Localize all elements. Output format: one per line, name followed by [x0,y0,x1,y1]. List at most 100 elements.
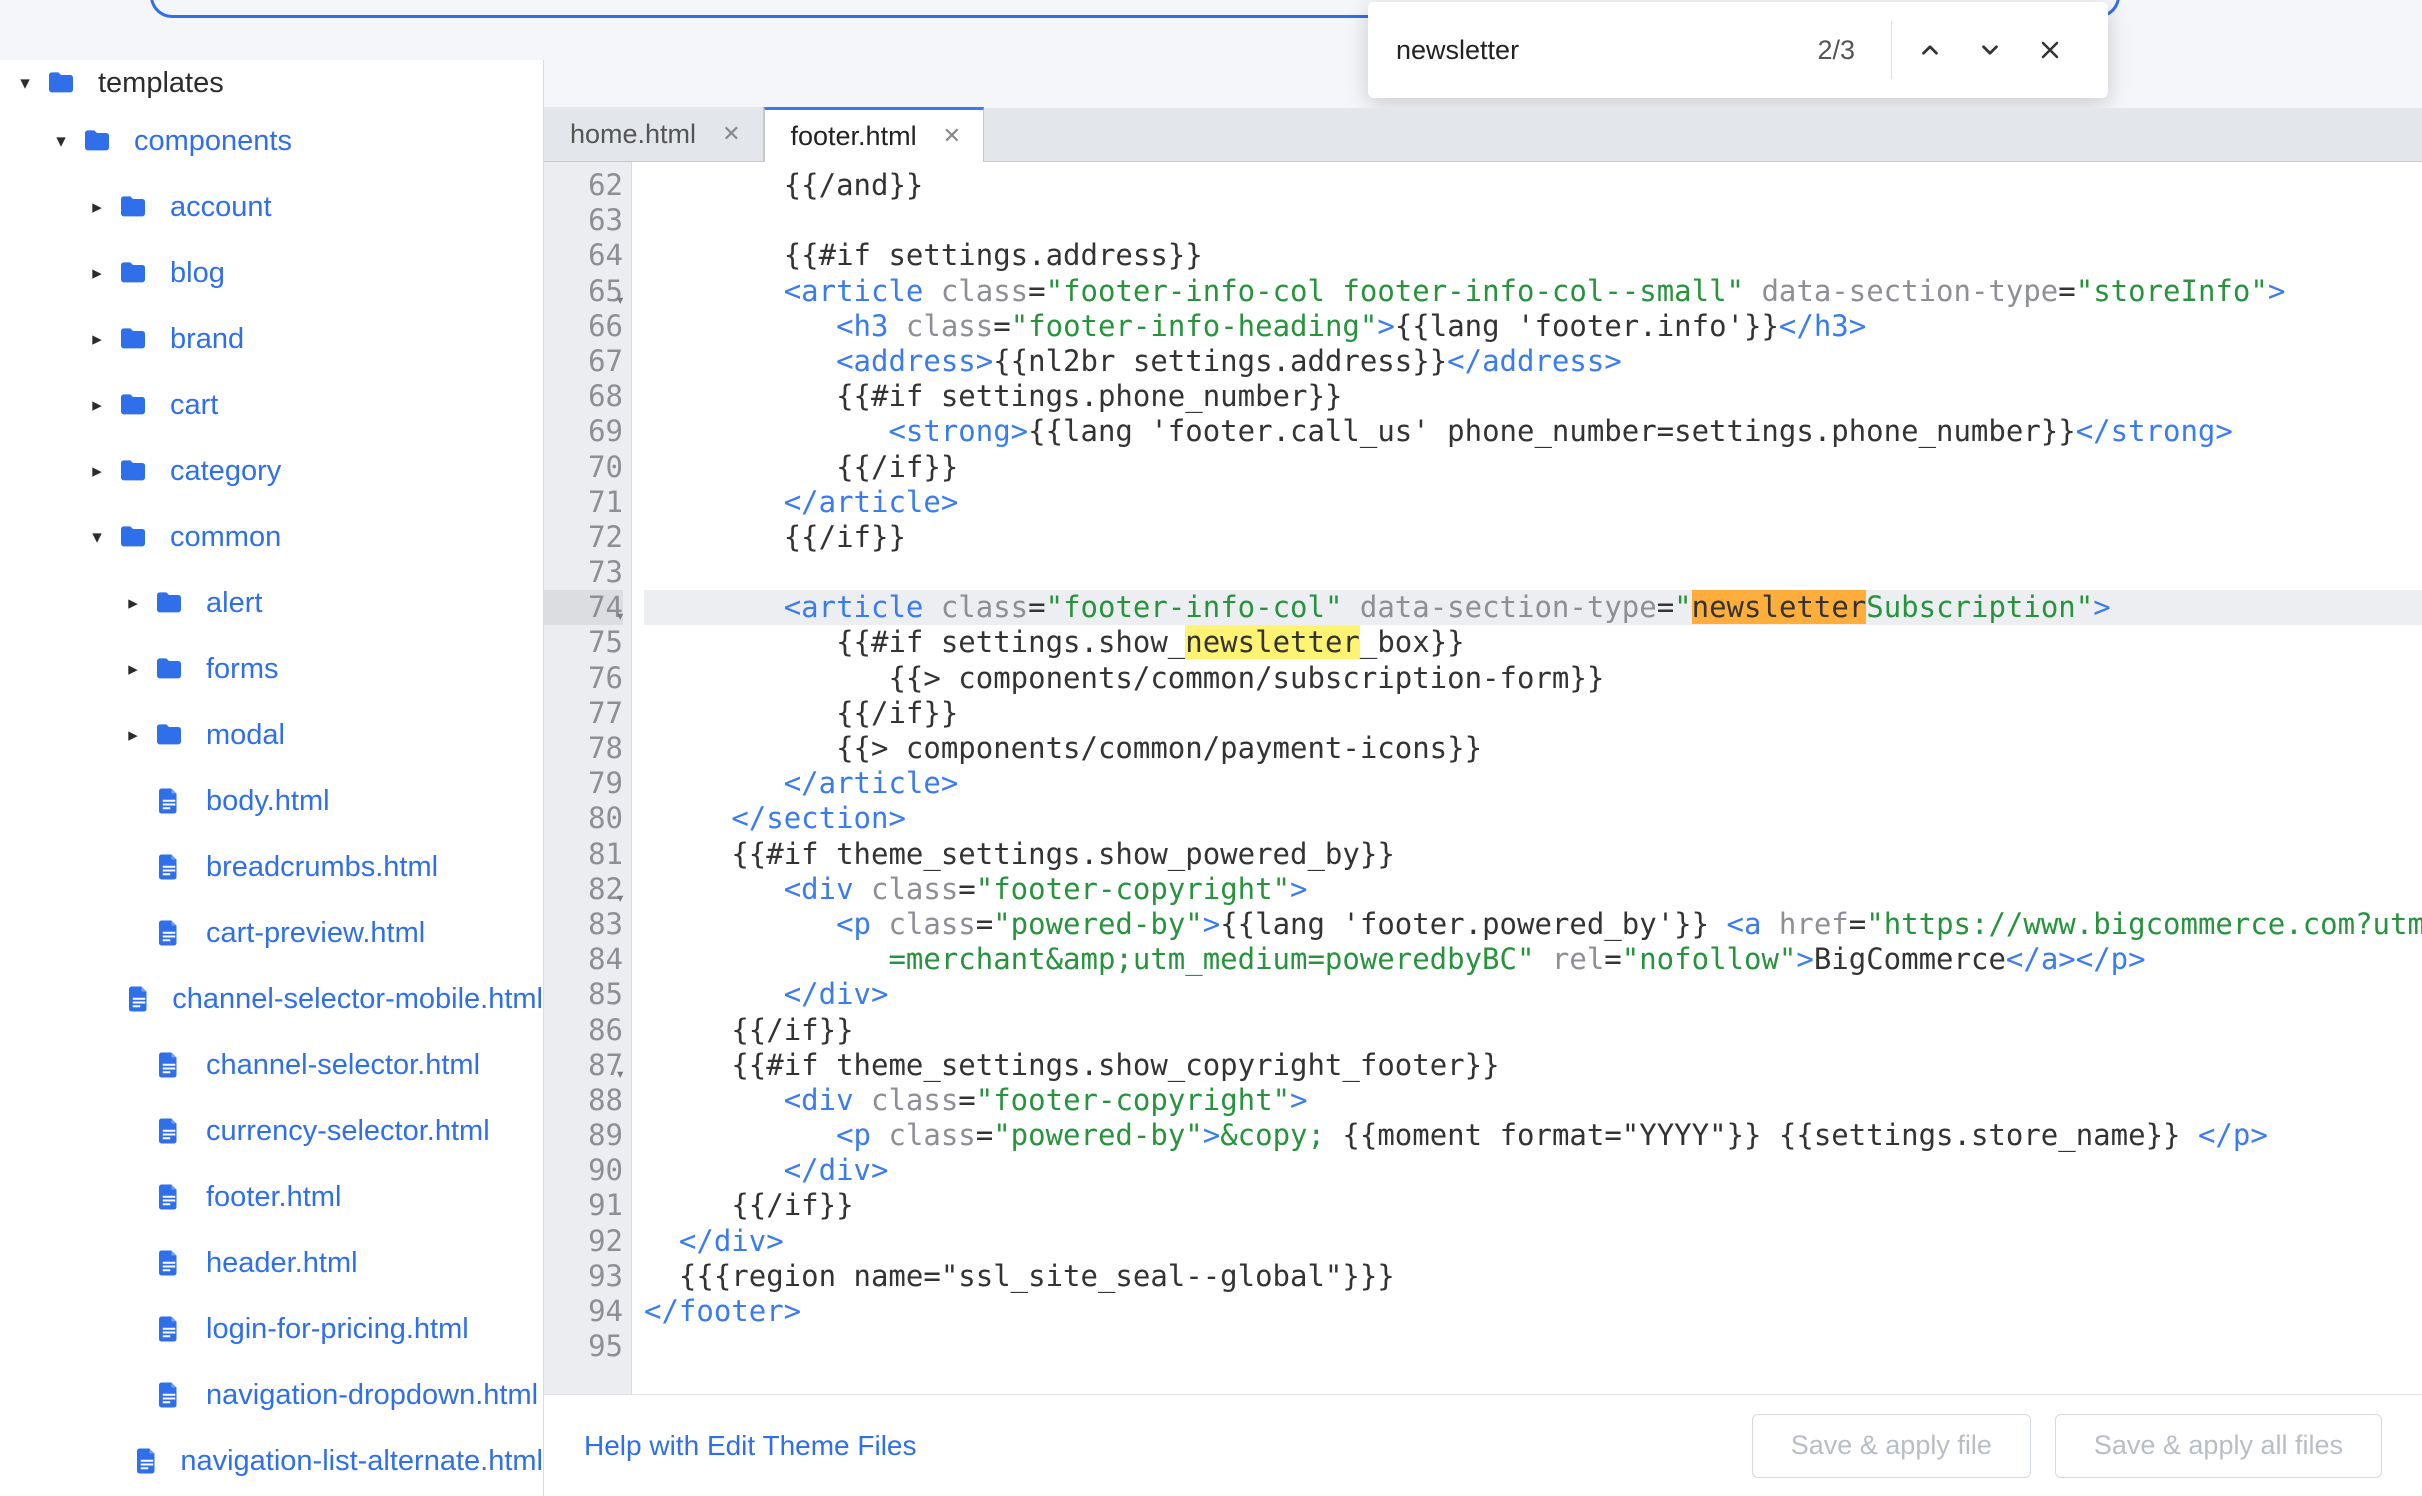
code-line[interactable]: </article> [644,485,2422,520]
tree-file-channel-selector-mobile-html[interactable]: channel-selector-mobile.html [0,966,543,1032]
tree-twisty-icon[interactable]: ▾ [44,130,78,153]
code-line[interactable]: <div class="footer-copyright"> [644,1083,2422,1118]
tree-folder-cart[interactable]: ▸cart [0,372,543,438]
save-apply-all-button[interactable]: Save & apply all files [2055,1414,2382,1478]
tree-twisty-icon[interactable]: ▸ [116,724,150,747]
code-line[interactable]: <article class="footer-info-col footer-i… [644,274,2422,309]
tree-folder-common[interactable]: ▾common [0,504,543,570]
tree-file-header-html[interactable]: header.html [0,1230,543,1296]
code-line[interactable]: <address>{{nl2br settings.address}}</add… [644,344,2422,379]
tree-item-label: forms [206,653,279,686]
code-line[interactable]: {{#if theme_settings.show_powered_by}} [644,837,2422,872]
line-number: 74 [544,590,623,625]
line-number: 62 [544,168,623,203]
code-line[interactable] [644,1329,2422,1364]
code-area[interactable]: {{/and}} {{#if settings.address}} <artic… [632,162,2422,1394]
code-line[interactable]: {{/and}} [644,168,2422,203]
file-icon [150,782,188,820]
tree-item-label: header.html [206,1247,358,1280]
line-number: 70 [544,450,623,485]
code-line[interactable]: </div> [644,1224,2422,1259]
folder-icon [114,188,152,226]
tree-item-label: navigation-list-alternate.html [180,1445,543,1478]
line-number: 64 [544,238,623,273]
code-line[interactable]: <article class="footer-info-col" data-se… [644,590,2422,625]
code-line[interactable]: </section> [644,801,2422,836]
tab-close-icon[interactable]: ✕ [943,123,961,149]
find-next-button[interactable] [1960,20,2020,80]
tree-twisty-icon[interactable]: ▸ [80,328,114,351]
code-line[interactable]: </footer> [644,1294,2422,1329]
code-line[interactable] [644,555,2422,590]
find-separator [1891,21,1892,79]
tree-item-label: modal [206,719,285,752]
tree-folder-blog[interactable]: ▸blog [0,240,543,306]
code-line[interactable]: {{/if}} [644,696,2422,731]
code-editor[interactable]: 6263646566676869707172737475767778798081… [544,162,2422,1394]
tree-folder-brand[interactable]: ▸brand [0,306,543,372]
code-line[interactable]: <p class="powered-by">{{lang 'footer.pow… [644,907,2422,942]
code-line[interactable]: </div> [644,1153,2422,1188]
find-in-page-panel: newsletter 2/3 [1368,2,2108,98]
code-line[interactable] [644,203,2422,238]
code-line[interactable]: {{#if settings.address}} [644,238,2422,273]
code-line[interactable]: <strong>{{lang 'footer.call_us' phone_nu… [644,414,2422,449]
tree-twisty-icon[interactable]: ▸ [116,658,150,681]
line-number: 63 [544,203,623,238]
tree-folder-forms[interactable]: ▸ forms [0,636,543,702]
code-line[interactable]: {{> components/common/subscription-form}… [644,661,2422,696]
tree-item-label: currency-selector.html [206,1115,490,1148]
code-line[interactable]: =merchant&amp;utm_medium=poweredbyBC" re… [644,942,2422,977]
line-number: 81 [544,837,623,872]
find-close-button[interactable] [2020,20,2080,80]
tab-close-icon[interactable]: ✕ [722,121,740,147]
tree-file-channel-selector-html[interactable]: channel-selector.html [0,1032,543,1098]
code-line[interactable]: {{#if settings.show_newsletter_box}} [644,625,2422,660]
tree-twisty-icon[interactable]: ▸ [80,196,114,219]
editor-tab-footer-html[interactable]: footer.html✕ [764,107,985,162]
tree-file-breadcrumbs-html[interactable]: breadcrumbs.html [0,834,543,900]
code-line[interactable]: {{/if}} [644,450,2422,485]
code-line[interactable]: </div> [644,977,2422,1012]
line-number: 93 [544,1259,623,1294]
tree-file-body-html[interactable]: body.html [0,768,543,834]
code-line[interactable]: </article> [644,766,2422,801]
tree-twisty-icon[interactable]: ▾ [80,526,114,549]
tree-folder-templates[interactable]: ▾templates [0,60,543,108]
save-apply-file-button[interactable]: Save & apply file [1752,1414,2031,1478]
tree-file-navigation-list-alternate-html[interactable]: navigation-list-alternate.html [0,1428,543,1494]
tree-twisty-icon[interactable]: ▸ [80,394,114,417]
tree-folder-category[interactable]: ▸category [0,438,543,504]
tree-twisty-icon[interactable]: ▸ [80,460,114,483]
tree-folder-account[interactable]: ▸ account [0,174,543,240]
line-number-gutter: 6263646566676869707172737475767778798081… [544,162,632,1394]
tree-twisty-icon[interactable]: ▸ [80,262,114,285]
code-line[interactable]: {{#if theme_settings.show_copyright_foot… [644,1048,2422,1083]
code-line[interactable]: {{/if}} [644,1188,2422,1223]
tree-file-navigation-dropdown-html[interactable]: navigation-dropdown.html [0,1362,543,1428]
status-bar: Help with Edit Theme Files Save & apply … [544,1394,2422,1496]
tree-file-footer-html[interactable]: footer.html [0,1164,543,1230]
code-line[interactable]: <h3 class="footer-info-heading">{{lang '… [644,309,2422,344]
code-line[interactable]: {{{region name="ssl_site_seal--global"}}… [644,1259,2422,1294]
tree-item-label: account [170,191,272,224]
code-line[interactable]: {{/if}} [644,1013,2422,1048]
code-line[interactable]: {{> components/common/payment-icons}} [644,731,2422,766]
tree-item-label: channel-selector-mobile.html [172,983,543,1016]
tree-folder-alert[interactable]: ▸alert [0,570,543,636]
tree-folder-modal[interactable]: ▸ modal [0,702,543,768]
help-link[interactable]: Help with Edit Theme Files [584,1430,917,1462]
tree-folder-components[interactable]: ▾components [0,108,543,174]
find-query-input[interactable]: newsletter [1396,35,1817,66]
code-line[interactable]: <p class="powered-by">&copy; {{moment fo… [644,1118,2422,1153]
tree-file-cart-preview-html[interactable]: cart-preview.html [0,900,543,966]
editor-main: home.html✕footer.html✕ 62636465666768697… [544,108,2422,1496]
tree-file-login-for-pricing-html[interactable]: login-for-pricing.html [0,1296,543,1362]
find-prev-button[interactable] [1900,20,1960,80]
code-line[interactable]: <div class="footer-copyright"> [644,872,2422,907]
code-line[interactable]: {{/if}} [644,520,2422,555]
code-line[interactable]: {{#if settings.phone_number}} [644,379,2422,414]
tree-file-currency-selector-html[interactable]: currency-selector.html [0,1098,543,1164]
editor-tab-home-html[interactable]: home.html✕ [544,107,764,161]
tree-twisty-icon[interactable]: ▸ [116,592,150,615]
